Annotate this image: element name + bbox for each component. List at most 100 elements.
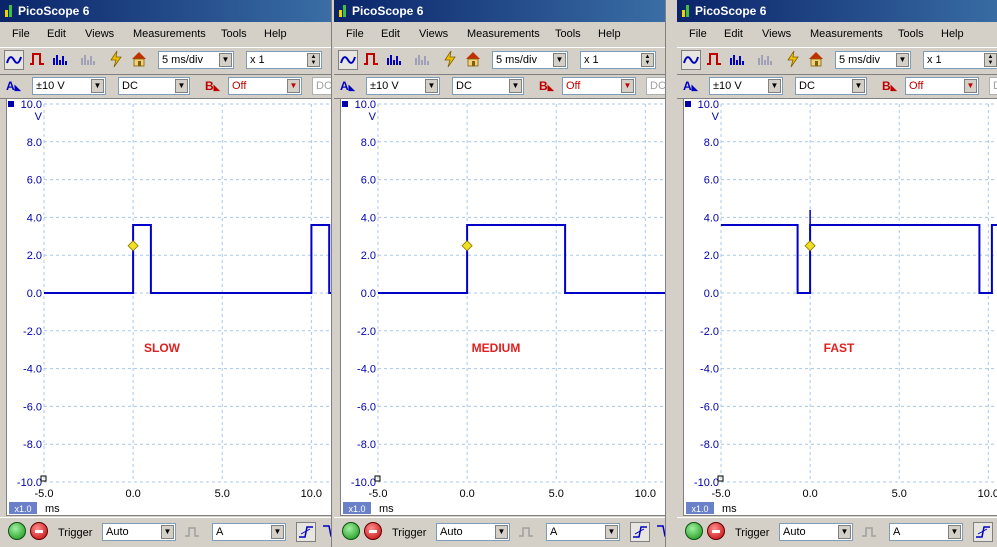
menu-tools[interactable]: Tools <box>898 28 924 40</box>
signal-generator-icon[interactable] <box>440 50 460 70</box>
trigger-mode-select[interactable]: Auto ▼ <box>102 523 176 541</box>
chevron-down-icon[interactable]: ▼ <box>553 53 566 67</box>
falling-edge-icon[interactable] <box>320 522 331 542</box>
rising-edge-icon[interactable] <box>973 522 993 542</box>
scope-mode-icon[interactable] <box>681 50 701 70</box>
channel-b-range-select[interactable]: Off ▼ <box>228 77 302 95</box>
stop-capture-icon[interactable] <box>707 522 725 540</box>
title-bar[interactable]: PicoScope 6 <box>0 0 331 22</box>
channel-a-coupling-select[interactable]: DC ▼ <box>795 77 867 95</box>
zoom-stepper[interactable]: x 1 ▲ ▼ <box>923 51 997 69</box>
chevron-down-icon[interactable]: ▼ <box>896 53 909 67</box>
chevron-down-icon[interactable]: ▼ <box>605 525 618 539</box>
spectrum-mode-icon[interactable] <box>384 50 404 70</box>
chevron-down-icon[interactable]: ▼ <box>495 525 508 539</box>
menu-views[interactable]: Views <box>762 28 791 40</box>
channel-a-range-select[interactable]: ±10 V ▼ <box>366 77 440 95</box>
start-capture-icon[interactable] <box>342 522 360 540</box>
trigger-mode-select[interactable]: Auto ▼ <box>779 523 853 541</box>
chevron-down-icon[interactable]: ▼ <box>964 79 977 93</box>
trigger-source-select[interactable]: A ▼ <box>889 523 963 541</box>
menu-views[interactable]: Views <box>85 28 114 40</box>
channel-b-range-select[interactable]: Off ▼ <box>562 77 636 95</box>
menu-measurements[interactable]: Measurements <box>810 28 883 40</box>
menu-help[interactable]: Help <box>264 28 287 40</box>
trigger-source-select[interactable]: A ▼ <box>212 523 286 541</box>
chevron-down-icon[interactable]: ▼ <box>948 525 961 539</box>
chevron-down-icon[interactable]: ▼ <box>287 79 300 93</box>
channel-a-range-select[interactable]: ±10 V ▼ <box>709 77 783 95</box>
trigger-mode-select[interactable]: Auto ▼ <box>436 523 510 541</box>
menu-tools[interactable]: Tools <box>221 28 247 40</box>
timebase-select[interactable]: 5 ms/div ▼ <box>835 51 911 69</box>
oscilloscope-view[interactable]: 10.0 8.0 6.0 4.0 2.0 0.0 -2.0 -4.0 -6.0 -8.0 -10.0… <box>683 98 997 516</box>
scope-plot[interactable]: 10.08.06.04.02.00.0-2.0-4.0-6.0-8.0-10.0… <box>684 99 997 517</box>
spin-arrows-icon[interactable]: ▲ ▼ <box>641 53 654 67</box>
scope-plot[interactable]: 10.08.06.04.02.00.0-2.0-4.0-6.0-8.0-10.0… <box>7 99 332 517</box>
menu-edit[interactable]: Edit <box>381 28 400 40</box>
trigger-source-select[interactable]: A ▼ <box>546 523 620 541</box>
persistence-mode-icon[interactable] <box>704 50 724 70</box>
signal-generator-icon[interactable] <box>783 50 803 70</box>
chevron-down-icon[interactable]: ▼ <box>175 79 188 93</box>
menu-edit[interactable]: Edit <box>724 28 743 40</box>
zoom-stepper[interactable]: x 1 ▲ ▼ <box>246 51 322 69</box>
chevron-down-icon[interactable]: ▼ <box>219 53 232 67</box>
menu-help[interactable]: Help <box>598 28 621 40</box>
signal-generator-icon[interactable] <box>106 50 126 70</box>
rising-edge-icon[interactable] <box>296 522 316 542</box>
chevron-down-icon[interactable]: ▼ <box>621 79 634 93</box>
trigger-marker-icon[interactable] <box>461 240 473 252</box>
oscilloscope-view[interactable]: 10.0 8.0 6.0 4.0 2.0 0.0 -2.0 -4.0 -6.0 -8.0 -10.0… <box>340 98 666 517</box>
title-bar[interactable]: PicoScope 6 <box>334 0 665 22</box>
menu-measurements[interactable]: Measurements <box>133 28 206 40</box>
chevron-down-icon[interactable]: ▼ <box>509 79 522 93</box>
trigger-marker-icon[interactable] <box>127 240 139 252</box>
persistence-mode-icon[interactable] <box>361 50 381 70</box>
menu-tools[interactable]: Tools <box>555 28 581 40</box>
chevron-down-icon[interactable]: ▼ <box>161 525 174 539</box>
stop-capture-icon[interactable] <box>30 522 48 540</box>
channel-a-coupling-select[interactable]: DC ▼ <box>452 77 524 95</box>
scope-plot[interactable]: 10.08.06.04.02.00.0-2.0-4.0-6.0-8.0-10.0… <box>341 99 666 517</box>
menu-file[interactable]: File <box>12 28 30 40</box>
chevron-down-icon[interactable]: ▼ <box>271 525 284 539</box>
spin-arrows-icon[interactable]: ▲ ▼ <box>307 53 320 67</box>
chevron-down-icon[interactable]: ▼ <box>425 79 438 93</box>
menu-file[interactable]: File <box>346 28 364 40</box>
scope-mode-icon[interactable] <box>338 50 358 70</box>
stop-capture-icon[interactable] <box>364 522 382 540</box>
channel-b-range-select[interactable]: Off ▼ <box>905 77 979 95</box>
channel-a-range-select[interactable]: ±10 V ▼ <box>32 77 106 95</box>
start-capture-icon[interactable] <box>685 522 703 540</box>
menu-file[interactable]: File <box>689 28 707 40</box>
y-tick-label: 6.0 <box>361 175 376 187</box>
chevron-down-icon[interactable]: ▼ <box>838 525 851 539</box>
zoom-stepper[interactable]: x 1 ▲ ▼ <box>580 51 656 69</box>
title-bar[interactable]: PicoScope 6 <box>677 0 997 22</box>
home-icon[interactable] <box>806 50 826 70</box>
spin-arrows-icon[interactable]: ▲ ▼ <box>984 53 997 67</box>
channel-a-coupling-select[interactable]: DC ▼ <box>118 77 190 95</box>
home-icon[interactable] <box>463 50 483 70</box>
trigger-marker-icon[interactable] <box>804 240 816 252</box>
rising-edge-icon[interactable] <box>630 522 650 542</box>
spectrum-mode-icon[interactable] <box>727 50 747 70</box>
y-tick-label: 8.0 <box>27 137 42 149</box>
menu-measurements[interactable]: Measurements <box>467 28 540 40</box>
scope-mode-icon[interactable] <box>4 50 24 70</box>
chevron-down-icon[interactable]: ▼ <box>852 79 865 93</box>
timebase-select[interactable]: 5 ms/div ▼ <box>492 51 568 69</box>
spectrum-mode-icon[interactable] <box>50 50 70 70</box>
menu-help[interactable]: Help <box>941 28 964 40</box>
falling-edge-icon[interactable] <box>654 522 665 542</box>
oscilloscope-view[interactable]: 10.0 8.0 6.0 4.0 2.0 0.0 -2.0 -4.0 -6.0 -8.0 -10.0… <box>6 98 332 517</box>
menu-edit[interactable]: Edit <box>47 28 66 40</box>
menu-views[interactable]: Views <box>419 28 448 40</box>
chevron-down-icon[interactable]: ▼ <box>91 79 104 93</box>
persistence-mode-icon[interactable] <box>27 50 47 70</box>
timebase-select[interactable]: 5 ms/div ▼ <box>158 51 234 69</box>
chevron-down-icon[interactable]: ▼ <box>768 79 781 93</box>
start-capture-icon[interactable] <box>8 522 26 540</box>
home-icon[interactable] <box>129 50 149 70</box>
